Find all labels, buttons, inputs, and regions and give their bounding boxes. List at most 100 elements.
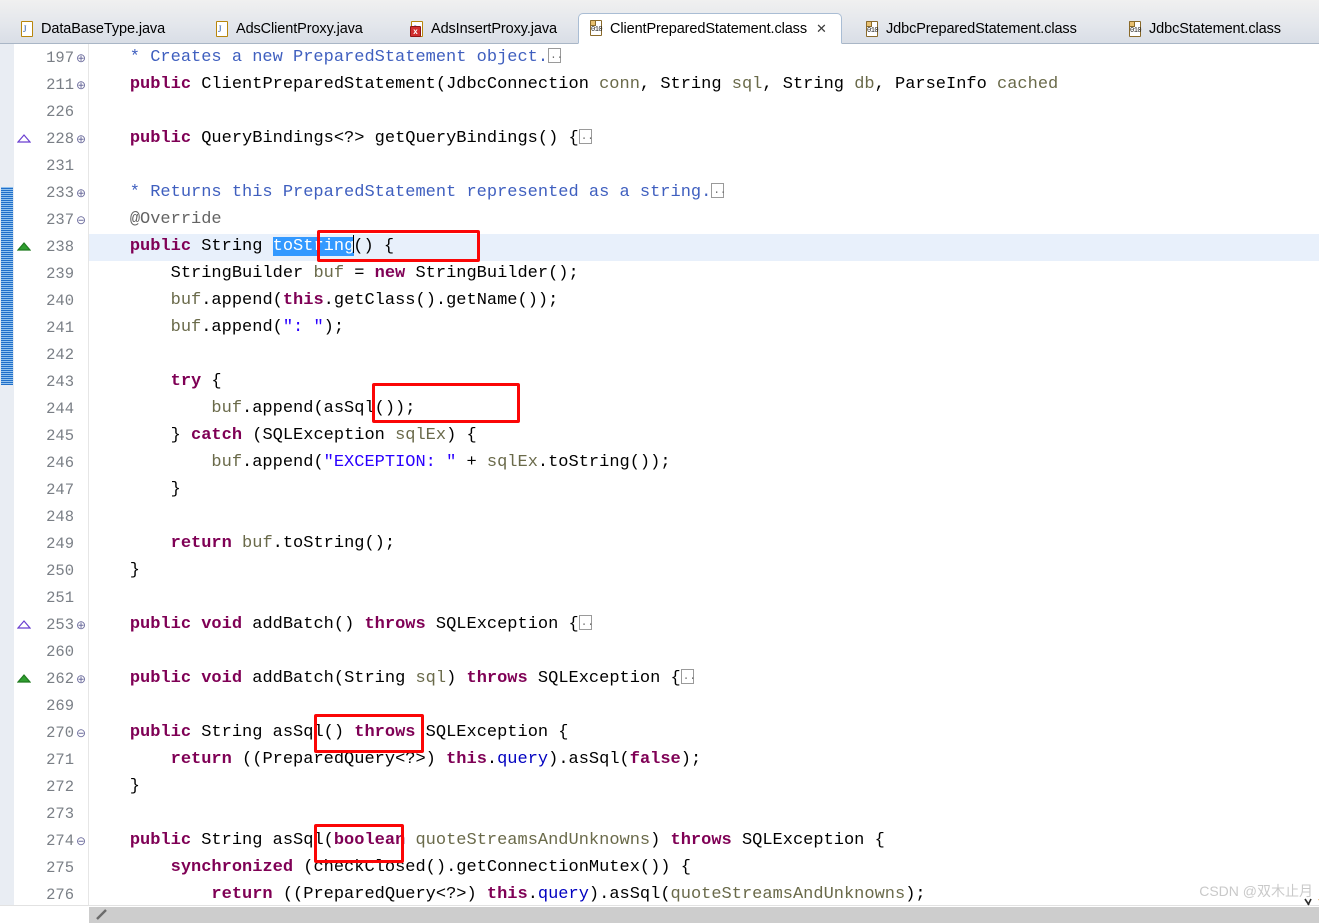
code-line[interactable]: * Creates a new PreparedStatement object… [89, 44, 563, 72]
code-token: sqlEx [395, 426, 447, 445]
code-token: ) { [446, 426, 477, 445]
horizontal-scrollbar-thumb[interactable] [89, 907, 1319, 923]
code-token: , String [762, 75, 855, 94]
code-token: void [201, 669, 243, 688]
line-number: 269 [46, 697, 74, 715]
code-line[interactable]: public void addBatch() throws SQLExcepti… [89, 610, 594, 639]
code-line[interactable]: public String asSql() throws SQLExceptio… [89, 720, 569, 747]
code-token: public [129, 669, 192, 688]
fold-expand-icon[interactable]: ⊕ [75, 612, 87, 639]
code-line[interactable]: public String toString() { [89, 234, 394, 261]
code-line[interactable]: } catch (SQLException sqlEx) { [89, 423, 477, 450]
line-number: 226 [46, 103, 74, 121]
line-number: 247 [46, 481, 74, 499]
editor-tab-6[interactable]: 010 JdbcStatement.class [1118, 14, 1295, 44]
code-token: this [282, 291, 324, 310]
editor-tab-2[interactable]: J AdsClientProxy.java [205, 14, 377, 44]
code-line[interactable]: buf.append(asSql()); [89, 396, 415, 423]
editor-tab-label: JdbcPreparedStatement.class [886, 21, 1077, 37]
code-token: QueryBindings<?> getQueryBindings() { [191, 129, 579, 148]
fold-expand-icon[interactable]: ⊕ [75, 666, 87, 693]
code-line[interactable]: return ((PreparedQuery<?>) this.query).a… [89, 747, 702, 774]
editor-tab-label: JdbcStatement.class [1149, 21, 1281, 37]
code-token: StringBuilder [89, 264, 314, 283]
code-token: throws [466, 669, 528, 688]
fold-collapse-icon[interactable]: ⊖ [75, 828, 87, 855]
code-token: boolean [333, 831, 406, 850]
collapsed-region-icon[interactable] [578, 610, 594, 637]
code-token: .append( [242, 453, 324, 472]
code-line[interactable]: StringBuilder buf = new StringBuilder(); [89, 261, 579, 288]
code-line[interactable]: } [89, 477, 181, 504]
editor-tab-1[interactable]: J DataBaseType.java [10, 14, 179, 44]
code-token: ((PreparedQuery<?>) [231, 750, 447, 769]
code-token: , String [639, 75, 732, 94]
code-line[interactable]: synchronized (checkClosed().getConnectio… [89, 855, 691, 882]
code-line[interactable]: public String asSql(boolean quoteStreams… [89, 828, 885, 855]
code-line[interactable]: public QueryBindings<?> getQueryBindings… [89, 124, 594, 153]
collapsed-region-icon[interactable] [680, 664, 696, 691]
class-file-icon: 010 [1128, 20, 1143, 38]
implements-method-marker-icon[interactable] [17, 242, 31, 251]
code-line[interactable]: * Returns this PreparedStatement represe… [89, 178, 727, 207]
code-line[interactable]: buf.append(this.getClass().getName()); [89, 288, 559, 315]
code-token: ((PreparedQuery<?>) [272, 885, 487, 904]
line-number: 228 [46, 130, 74, 148]
code-line[interactable]: return buf.toString(); [89, 531, 395, 558]
fold-expand-icon[interactable]: ⊕ [75, 45, 87, 72]
fold-expand-icon[interactable]: ⊕ [75, 126, 87, 153]
code-token: conn [599, 75, 640, 94]
fold-expand-icon[interactable]: ⊕ [75, 180, 87, 207]
java-file-error-icon: Jx [410, 20, 425, 38]
editor-tab-3[interactable]: Jx AdsInsertProxy.java [400, 14, 571, 44]
line-number: 238 [46, 238, 74, 256]
code-line[interactable]: @Override [89, 207, 222, 234]
selected-text[interactable]: toString [272, 237, 355, 256]
fold-expand-icon[interactable]: ⊕ [75, 72, 87, 99]
collapsed-region-icon[interactable] [548, 44, 563, 70]
code-token: .getClass().getName()); [323, 291, 559, 310]
code-token: SQLException { [527, 669, 681, 688]
code-token: ) [446, 669, 467, 688]
code-canvas[interactable]: * Creates a new PreparedStatement object… [89, 44, 1319, 905]
scroll-corner-arrows-icon [1303, 895, 1319, 906]
code-token: + [456, 453, 487, 472]
horizontal-scrollbar-track[interactable] [89, 907, 1319, 923]
change-ruler[interactable] [0, 44, 14, 905]
java-file-icon: J [215, 20, 230, 38]
code-token: } [89, 426, 192, 445]
line-number: 260 [46, 643, 74, 661]
code-token: .toString()); [537, 453, 671, 472]
fold-marker-column[interactable] [15, 44, 39, 905]
code-line[interactable]: return ((PreparedQuery<?>) this.query).a… [89, 882, 926, 905]
code-line[interactable]: buf.append("EXCEPTION: " + sqlEx.toStrin… [89, 450, 671, 477]
line-number-gutter[interactable]: 197 ⊕ 211 ⊕ 226 228 ⊕ 231 233 ⊕ 237 ⊖ 238 239 240 241 24… [39, 44, 88, 905]
editor-tab-4[interactable]: 010 ClientPreparedStatement.class ✕ [578, 13, 842, 44]
overridden-method-marker-icon[interactable] [17, 620, 31, 629]
editor-tab-5[interactable]: 010 JdbcPreparedStatement.class [855, 14, 1091, 44]
horizontal-scrollbar[interactable] [0, 905, 1319, 923]
collapsed-region-icon[interactable] [711, 178, 727, 205]
implements-method-marker-icon[interactable] [17, 674, 31, 683]
fold-collapse-icon[interactable]: ⊖ [75, 720, 87, 747]
code-token: ); [905, 885, 926, 904]
collapsed-region-icon[interactable] [578, 124, 594, 151]
overridden-method-marker-icon[interactable] [17, 134, 31, 143]
code-token: .append( [201, 318, 283, 337]
code-token: } [89, 480, 181, 499]
close-icon[interactable]: ✕ [816, 22, 827, 35]
code-line[interactable]: buf.append(": "); [89, 315, 344, 342]
code-line[interactable]: public void addBatch(String sql) throws … [89, 664, 696, 693]
class-file-icon: 010 [589, 20, 604, 37]
code-line[interactable]: try { [89, 369, 222, 396]
code-line[interactable]: public ClientPreparedStatement(JdbcConne… [89, 72, 1058, 99]
change-ruler-track[interactable] [0, 44, 14, 905]
code-line[interactable]: } [89, 558, 140, 585]
code-line[interactable]: } [89, 774, 140, 801]
fold-collapse-icon[interactable]: ⊖ [75, 207, 87, 234]
